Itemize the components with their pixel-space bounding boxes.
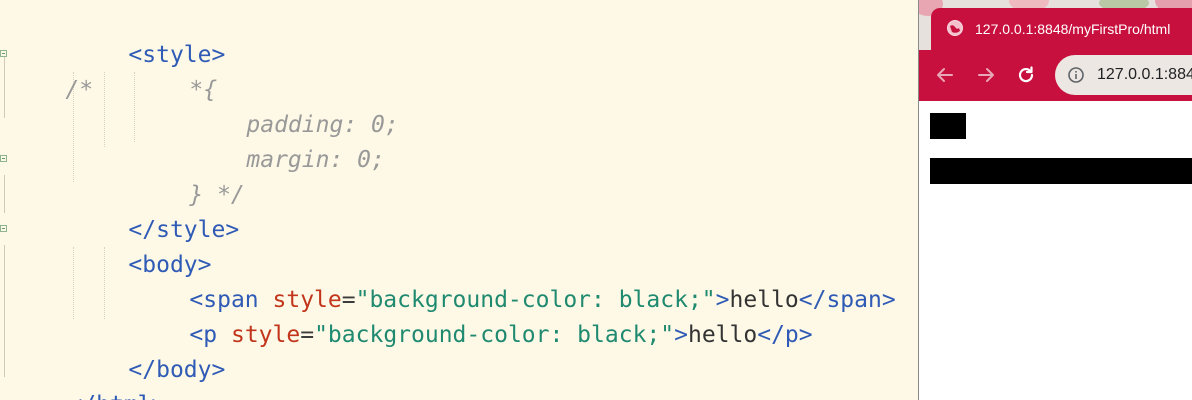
code-equals: = bbox=[300, 322, 315, 348]
code-string: "background-color: black;" bbox=[314, 322, 675, 348]
code-line: </html> bbox=[13, 353, 165, 400]
fold-gutter-line bbox=[4, 175, 5, 213]
code-line: </style> bbox=[73, 178, 239, 243]
code-line: <body> bbox=[73, 213, 211, 278]
rendered-span-hello: hello bbox=[930, 113, 966, 139]
code-comment: margin: 0; bbox=[246, 147, 385, 173]
code-line: <p style="background-color: black;">hell… bbox=[134, 283, 812, 348]
fold-gutter-line bbox=[4, 245, 5, 377]
browser-toolbar: 127.0.0.1:8848/myFirstPro/html bbox=[919, 50, 1192, 101]
code-tag-close: > bbox=[798, 322, 813, 348]
browser-header: 127.0.0.1:8848/myFirstPro/html 127.0.0.1… bbox=[919, 0, 1192, 101]
url-text: 127.0.0.1:8848/myFirstPro/html bbox=[1097, 66, 1192, 83]
browser-window: 127.0.0.1:8848/myFirstPro/html 127.0.0.1… bbox=[918, 0, 1192, 400]
fold-marker-icon[interactable] bbox=[0, 50, 7, 57]
code-line: <style> bbox=[73, 3, 225, 68]
code-tag-name: p bbox=[784, 322, 799, 348]
address-bar[interactable]: 127.0.0.1:8848/myFirstPro/html bbox=[1055, 55, 1192, 95]
fold-gutter-line bbox=[4, 56, 5, 118]
code-tag-open: </ bbox=[757, 322, 785, 348]
code-tag-close: > bbox=[225, 217, 240, 243]
code-line: } */ bbox=[134, 143, 244, 208]
code-editor[interactable]: <style> /* *{ padding: 0; margin: 0; } *… bbox=[0, 0, 918, 400]
info-icon[interactable] bbox=[1067, 66, 1085, 84]
rendered-paragraph-hello: hello bbox=[930, 158, 1192, 184]
code-line: padding: 0; bbox=[191, 73, 398, 138]
code-attribute: style bbox=[230, 322, 301, 348]
fold-marker-icon[interactable] bbox=[0, 225, 7, 232]
tab-title: 127.0.0.1:8848/myFirstPro/html bbox=[975, 21, 1171, 37]
forward-arrow-icon[interactable] bbox=[974, 63, 998, 87]
back-arrow-icon[interactable] bbox=[933, 63, 957, 87]
code-tag-close: > bbox=[674, 322, 688, 348]
code-comment: /* bbox=[65, 77, 94, 103]
indent-guide bbox=[104, 72, 105, 147]
browser-tab[interactable]: 127.0.0.1:8848/myFirstPro/html bbox=[931, 8, 1192, 50]
page-viewport: hello hello bbox=[919, 101, 1192, 400]
reload-icon[interactable] bbox=[1014, 63, 1038, 87]
globe-icon bbox=[947, 20, 963, 36]
code-text: hello bbox=[687, 322, 758, 348]
code-tag-close: > bbox=[881, 287, 896, 313]
code-line: <span style="background-color: black;">h… bbox=[134, 248, 895, 313]
code-line: /* bbox=[10, 38, 93, 103]
code-tag-close: > bbox=[211, 357, 226, 383]
fold-marker-icon[interactable] bbox=[0, 155, 7, 162]
code-tag-name: span bbox=[826, 287, 882, 313]
code-line: </body> bbox=[73, 318, 225, 383]
code-line: margin: 0; bbox=[191, 108, 384, 173]
code-line: *{ bbox=[134, 38, 217, 103]
code-tag-close: > bbox=[151, 392, 165, 400]
code-tag-open: </ bbox=[68, 392, 96, 400]
code-tag-name: html bbox=[96, 392, 151, 400]
